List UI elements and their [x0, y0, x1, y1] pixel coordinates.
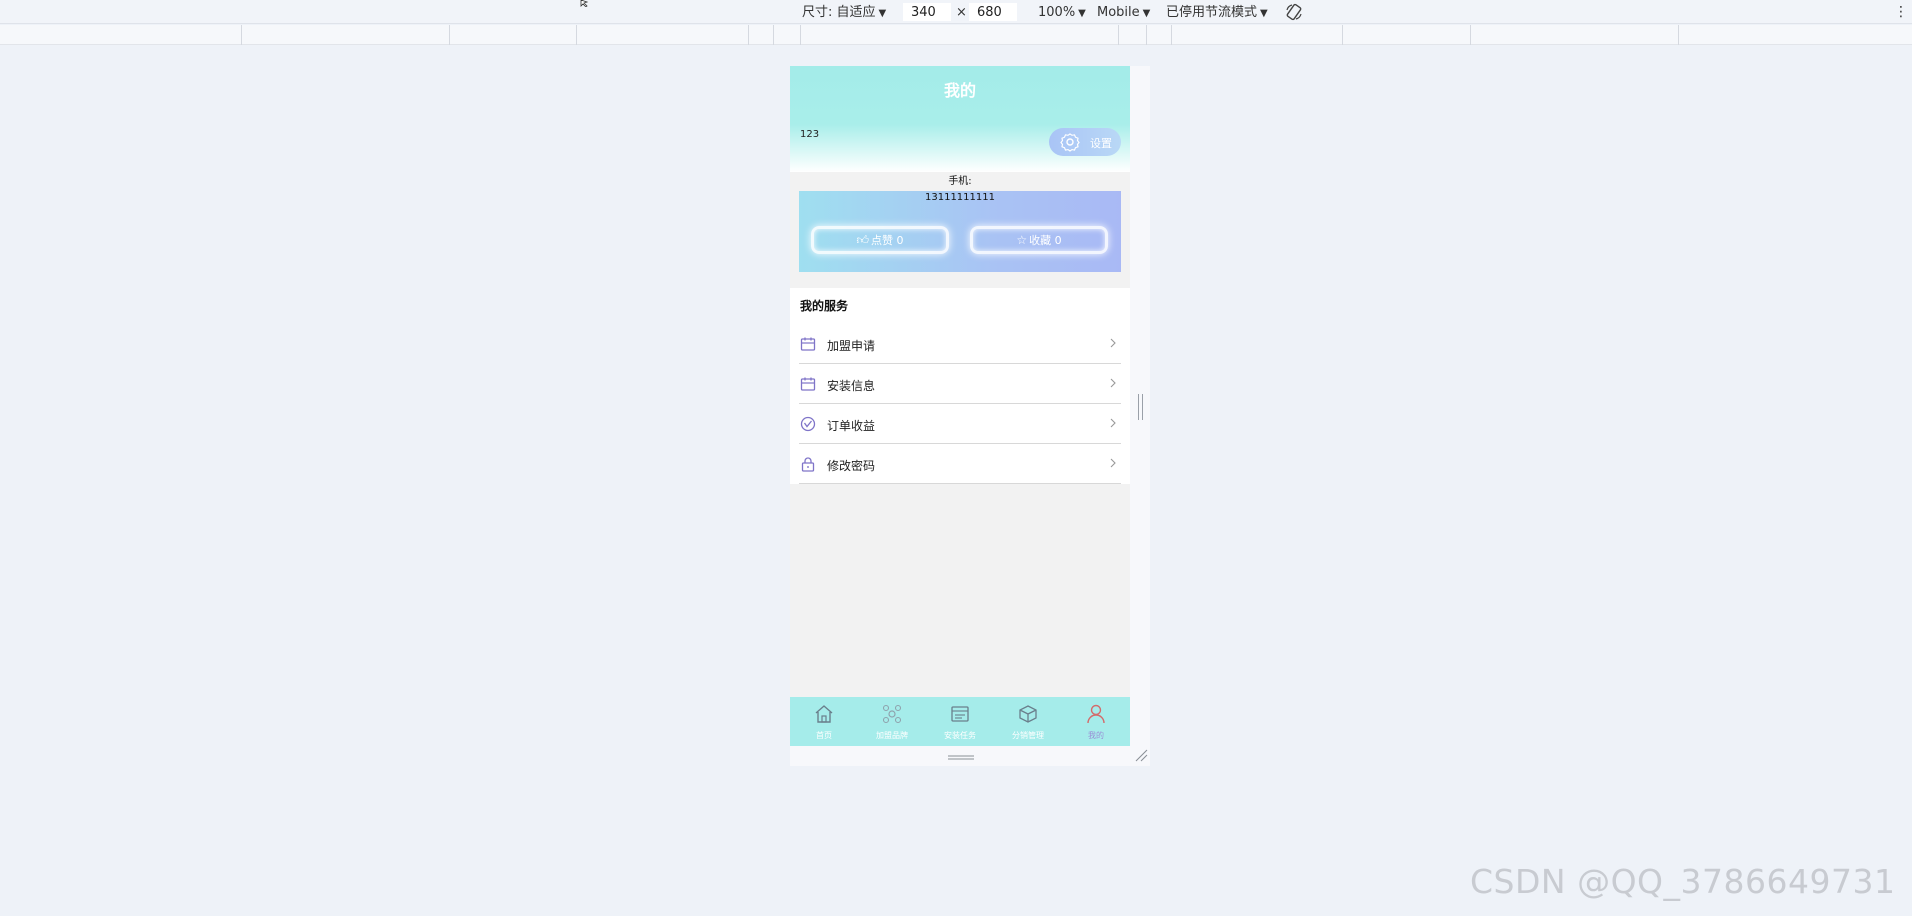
box-icon: [1019, 705, 1037, 723]
service-item-franchise-apply[interactable]: 加盟申请: [799, 324, 1121, 364]
tab-distribution[interactable]: 分销管理: [994, 697, 1062, 746]
service-label: 安装信息: [827, 379, 876, 393]
chart-icon: [800, 416, 816, 432]
media-query-ruler[interactable]: [0, 25, 1912, 45]
tab-label: 加盟品牌: [876, 731, 908, 740]
thumbs-up-icon: 👍︎: [856, 232, 870, 247]
task-icon: [951, 706, 969, 722]
profile-header: 我的 123 设置: [790, 66, 1130, 172]
favorite-count-button[interactable]: ☆ 收藏 0: [970, 226, 1108, 254]
star-icon: ☆: [1016, 233, 1028, 247]
page-title: 我的: [943, 81, 976, 100]
throttle-dropdown[interactable]: 已停用节流模式 ▼: [1166, 4, 1268, 21]
device-type-label: Mobile: [1097, 5, 1140, 20]
chevron-right-icon: [1110, 338, 1116, 348]
service-label: 订单收益: [827, 419, 876, 433]
device-resize-handle-icon[interactable]: [948, 754, 974, 762]
tab-label: 我的: [1088, 731, 1104, 740]
resize-corner-icon[interactable]: [1134, 748, 1148, 762]
dimensions-dropdown[interactable]: 尺寸: 自适应 ▼: [802, 4, 886, 21]
like-count-button[interactable]: 👍︎ 点赞 0: [811, 226, 949, 254]
mouse-cursor-icon: [580, 0, 589, 7]
rotate-icon[interactable]: [1284, 2, 1304, 22]
brand-icon: [882, 704, 902, 724]
more-options-icon[interactable]: ⋮: [1894, 2, 1908, 22]
mobile-viewport: 我的 123 设置 手机: 13111111111 👍︎ 点赞 0 ☆ 收藏 0…: [790, 66, 1130, 746]
stats-card: 13111111111 👍︎ 点赞 0 ☆ 收藏 0: [799, 191, 1121, 272]
throttle-label: 已停用节流模式: [1166, 5, 1258, 20]
settings-button[interactable]: 设置: [1049, 128, 1121, 156]
calendar-icon: [800, 377, 816, 391]
device-type-dropdown[interactable]: Mobile ▼: [1097, 4, 1150, 21]
tab-label: 安装任务: [944, 731, 976, 740]
services-title: 我的服务: [800, 299, 849, 313]
bottom-tabbar: 首页 加盟品牌 安装任务 分销管理 我的: [790, 697, 1130, 746]
service-label: 加盟申请: [827, 339, 876, 353]
tab-label: 分销管理: [1012, 731, 1044, 740]
chevron-right-icon: [1110, 458, 1116, 468]
tab-franchise-brand[interactable]: 加盟品牌: [858, 697, 926, 746]
service-item-change-password[interactable]: 修改密码: [799, 444, 1121, 484]
width-input[interactable]: [903, 3, 951, 21]
chevron-right-icon: [1110, 418, 1116, 428]
phone-label: 手机:: [948, 176, 972, 187]
caret-down-icon: ▼: [878, 8, 887, 19]
caret-down-icon: ▼: [1142, 8, 1151, 19]
chevron-right-icon: [1110, 378, 1116, 388]
watermark: CSDN @QQ_3786649731: [1470, 862, 1896, 901]
tab-label: 首页: [816, 731, 832, 740]
gear-icon: [1060, 133, 1080, 152]
username: 123: [800, 129, 820, 140]
service-item-order-earnings[interactable]: 订单收益: [799, 404, 1121, 444]
tab-install-task[interactable]: 安装任务: [926, 697, 994, 746]
lock-icon: [801, 457, 815, 472]
device-scrollbar-handle[interactable]: [1138, 394, 1143, 420]
caret-down-icon: ▼: [1078, 8, 1086, 19]
zoom-label: 100%: [1038, 5, 1076, 20]
calendar-icon: [800, 337, 816, 351]
like-label: 点赞 0: [871, 234, 904, 247]
home-icon: [815, 705, 833, 723]
favorite-label: 收藏 0: [1029, 234, 1062, 247]
phone-number: 13111111111: [925, 192, 995, 203]
tab-home[interactable]: 首页: [790, 697, 858, 746]
dimensions-label: 尺寸: 自适应: [802, 5, 876, 20]
service-label: 修改密码: [827, 459, 876, 473]
caret-down-icon: ▼: [1260, 8, 1268, 19]
times-sign: ×: [956, 5, 967, 20]
phone-info: 手机:: [790, 174, 1130, 190]
height-input[interactable]: [969, 3, 1017, 21]
service-item-install-info[interactable]: 安装信息: [799, 364, 1121, 404]
settings-label: 设置: [1090, 137, 1112, 150]
tab-mine[interactable]: 我的: [1062, 697, 1130, 746]
zoom-dropdown[interactable]: 100% ▼: [1038, 4, 1086, 21]
devtools-toolbar: 尺寸: 自适应▼ × 100%▼ Mobile▼ 已停用节流模式▼ ⋮: [0, 0, 1912, 24]
my-services-section: 我的服务 加盟申请 安装信息 订单收益 修改密码: [790, 288, 1130, 484]
user-icon: [1087, 704, 1105, 724]
